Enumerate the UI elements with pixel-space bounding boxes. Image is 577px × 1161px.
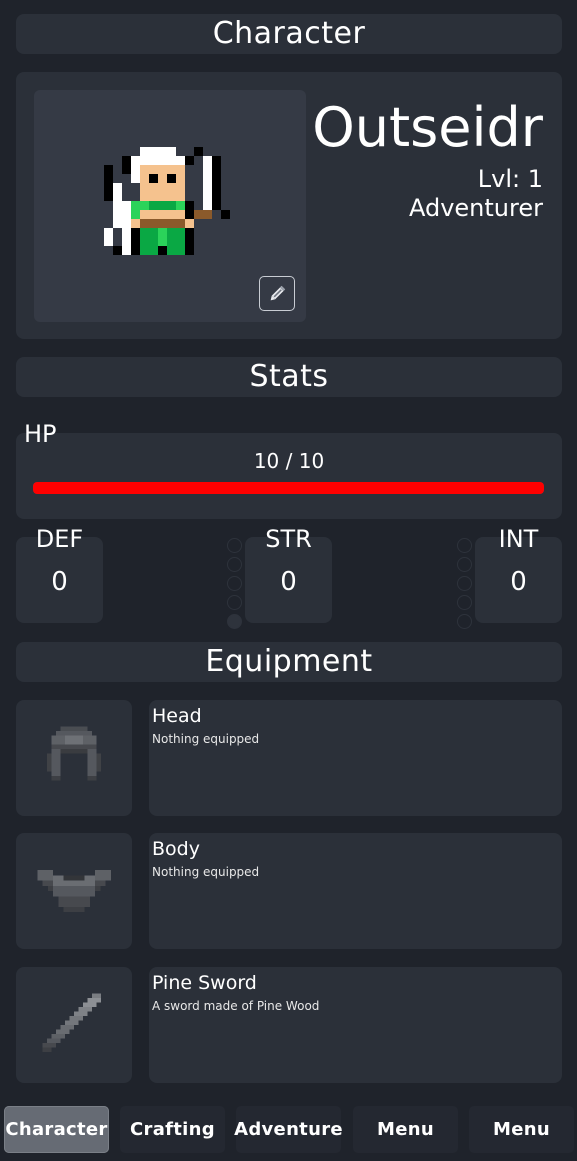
equipment-description: A sword made of Pine Wood bbox=[152, 999, 320, 1013]
helmet-icon bbox=[47, 726, 101, 781]
str-value: 0 bbox=[280, 567, 297, 597]
pencil-icon bbox=[270, 285, 286, 300]
equipment-name: Pine Sword bbox=[152, 972, 257, 994]
nav-adventure-button[interactable]: Adventure bbox=[234, 1106, 343, 1153]
stat-dot bbox=[457, 614, 472, 629]
hp-label: HP bbox=[24, 420, 57, 448]
equipment-name: Body bbox=[152, 838, 200, 860]
equipment-slot-head[interactable] bbox=[16, 700, 132, 816]
equipment-description: Nothing equipped bbox=[152, 865, 260, 879]
character-class: Adventurer bbox=[408, 194, 543, 222]
stat-dot bbox=[227, 595, 242, 610]
hp-panel bbox=[16, 433, 562, 519]
bottom-nav: Character Crafting Adventure Menu Menu bbox=[0, 1101, 577, 1161]
equipment-info-head[interactable]: Head Nothing equipped bbox=[149, 700, 562, 816]
equipment-description: Nothing equipped bbox=[152, 732, 260, 746]
str-label: STR bbox=[265, 525, 312, 553]
stats-header: Stats bbox=[16, 357, 562, 397]
int-label: INT bbox=[498, 525, 539, 553]
chest-armor-icon bbox=[37, 870, 111, 912]
nav-menu-button-2[interactable]: Menu bbox=[469, 1106, 574, 1153]
def-label: DEF bbox=[35, 525, 84, 553]
stat-dot bbox=[227, 614, 242, 629]
character-level: Lvl: 1 bbox=[477, 165, 543, 193]
equipment-slot-body[interactable] bbox=[16, 833, 132, 949]
equipment-info-body[interactable]: Body Nothing equipped bbox=[149, 833, 562, 949]
equipment-header: Equipment bbox=[16, 642, 562, 682]
int-value: 0 bbox=[510, 567, 527, 597]
hp-value: 10 / 10 bbox=[253, 449, 325, 473]
nav-crafting-button[interactable]: Crafting bbox=[120, 1106, 225, 1153]
character-sprite bbox=[104, 147, 230, 255]
def-value: 0 bbox=[51, 567, 68, 597]
stat-dot bbox=[227, 557, 242, 572]
equipment-name: Head bbox=[152, 705, 202, 727]
stat-dot bbox=[457, 557, 472, 572]
nav-character-button[interactable]: Character bbox=[4, 1106, 109, 1153]
hp-bar-fill bbox=[33, 482, 544, 494]
stat-dot bbox=[227, 576, 242, 591]
nav-menu-button[interactable]: Menu bbox=[353, 1106, 458, 1153]
stat-dot bbox=[227, 538, 242, 553]
stat-dot bbox=[457, 576, 472, 591]
edit-character-button[interactable] bbox=[259, 276, 295, 311]
equipment-slot-weapon[interactable] bbox=[16, 967, 132, 1083]
equipment-info-weapon[interactable]: Pine Sword A sword made of Pine Wood bbox=[149, 967, 562, 1083]
stat-points-indicator bbox=[227, 538, 243, 633]
stat-dot bbox=[457, 595, 472, 610]
character-name: Outseidr bbox=[312, 96, 543, 159]
sword-icon bbox=[42, 993, 101, 1052]
stat-dot bbox=[457, 538, 472, 553]
hp-bar bbox=[33, 482, 544, 494]
character-header: Character bbox=[16, 14, 562, 54]
stat-points-indicator bbox=[457, 538, 473, 633]
